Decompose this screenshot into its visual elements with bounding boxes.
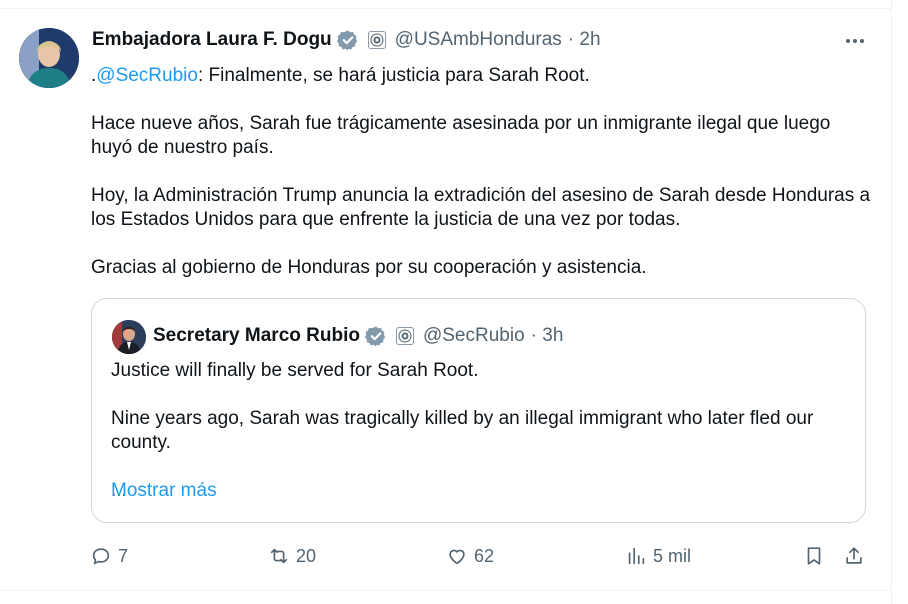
repost-button[interactable]: 20 (268, 540, 316, 572)
like-icon (449, 549, 465, 565)
action-bar: 7 20 62 5 mil (0, 540, 892, 572)
tweet-header: Embajadora Laura F. Dogu @USAmbHonduras … (92, 28, 601, 52)
like-count: 62 (474, 545, 495, 566)
reply-icon (92, 548, 110, 565)
verified-badge-icon (336, 29, 359, 51)
quote-header: Secretary Marco Rubio @SecRubio · 3h (153, 324, 563, 348)
reply-button[interactable]: 7 (90, 540, 128, 572)
share-icon (846, 547, 862, 564)
reply-count: 7 (118, 545, 129, 566)
tweet-paragraph-1: .@SecRubio: Finalmente, se hará justicia… (91, 64, 871, 88)
gov-seal-icon (395, 327, 414, 345)
tweet-paragraph-2: Hace nueve años, Sarah fue trágicamente … (91, 113, 831, 158)
divider-bottom (0, 590, 892, 591)
divider-right (891, 0, 892, 604)
tweet-paragraph-3: Hoy, la Administración Trump anuncia la … (91, 185, 871, 230)
divider-top (0, 8, 892, 9)
quote-author-avatar[interactable] (112, 320, 146, 354)
quote-paragraph-2: Nine years ago, Sarah was tragically kil… (111, 408, 814, 453)
views-count: 5 mil (653, 545, 692, 566)
verified-badge-icon (364, 325, 387, 347)
bookmark-button[interactable] (803, 540, 825, 572)
tweet-line-1: : Finalmente, se hará justicia para Sara… (197, 65, 590, 86)
like-button[interactable]: 62 (446, 540, 494, 572)
repost-icon (270, 548, 288, 564)
tweet-paragraph-4: Gracias al gobierno de Honduras por su c… (91, 257, 647, 278)
repost-count: 20 (296, 545, 317, 566)
views-icon (628, 547, 645, 565)
more-icon[interactable] (842, 34, 868, 48)
quoted-tweet[interactable]: Secretary Marco Rubio @SecRubio · 3h Jus… (91, 298, 866, 523)
quote-time[interactable]: · 3h (531, 325, 564, 347)
author-handle[interactable]: @USAmbHonduras (395, 29, 562, 51)
quote-ellipsis: ... (111, 480, 127, 501)
mention-link[interactable]: @SecRubio (96, 65, 198, 86)
quote-author-handle[interactable]: @SecRubio (423, 325, 525, 347)
tweet-time[interactable]: · 2h (568, 29, 601, 51)
quote-author-name[interactable]: Secretary Marco Rubio (153, 325, 360, 347)
share-button[interactable] (843, 540, 865, 572)
bookmark-icon (807, 547, 821, 565)
show-more-link[interactable]: Mostrar más (111, 480, 217, 502)
views-button[interactable]: 5 mil (625, 540, 691, 572)
author-name[interactable]: Embajadora Laura F. Dogu (92, 29, 332, 51)
quote-paragraph-1: Justice will finally be served for Sarah… (111, 360, 479, 381)
author-avatar[interactable] (19, 28, 79, 88)
tweet-text: .@SecRubio: Finalmente, se hará justicia… (91, 64, 871, 304)
quote-text: Justice will finally be served for Sarah… (111, 359, 851, 503)
gov-seal-icon (367, 31, 386, 49)
